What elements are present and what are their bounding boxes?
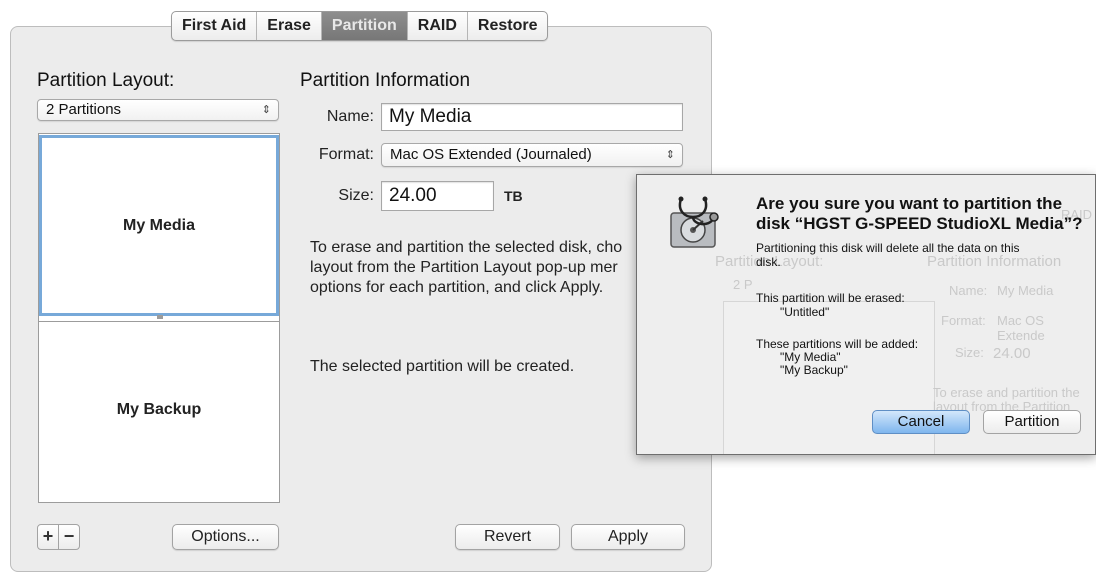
- size-label: Size:: [338, 187, 374, 204]
- erased-items: "Untitled": [780, 305, 830, 319]
- popup-arrows-icon: ⇕: [261, 104, 271, 116]
- partition-layout-title: Partition Layout:: [37, 70, 175, 91]
- tab-raid[interactable]: RAID: [408, 12, 468, 40]
- name-field[interactable]: My Media: [381, 103, 683, 131]
- size-unit-label: TB: [504, 188, 523, 204]
- tab-partition[interactable]: Partition: [321, 12, 408, 40]
- bg-format-label: Format:: [941, 313, 986, 328]
- tab-restore[interactable]: Restore: [468, 12, 548, 40]
- added-items: "My Media" "My Backup": [780, 350, 848, 377]
- tab-erase[interactable]: Erase: [257, 12, 322, 40]
- partition-count-select[interactable]: 2 Partitions ⇕: [37, 99, 279, 121]
- partition-resize-handle[interactable]: [157, 315, 163, 319]
- disk-utility-icon: [663, 191, 725, 253]
- tab-first-aid[interactable]: First Aid: [172, 12, 258, 40]
- size-field[interactable]: 24.00: [381, 181, 494, 211]
- partition-status: The selected partition will be created.: [310, 358, 575, 375]
- partition-instructions: To erase and partition the selected disk…: [310, 239, 623, 296]
- partition-button[interactable]: Partition: [983, 410, 1081, 434]
- dialog-message: Partitioning this disk will delete all t…: [756, 241, 1020, 269]
- apply-button[interactable]: Apply: [571, 524, 685, 550]
- partition-information-title: Partition Information: [300, 70, 471, 91]
- partition-block-label: My Backup: [116, 400, 202, 418]
- erased-heading: This partition will be erased:: [756, 291, 905, 305]
- partition-block-selected[interactable]: My Media: [39, 135, 279, 316]
- add-partition-button[interactable]: +: [38, 525, 59, 549]
- add-remove-control: + −: [37, 524, 80, 550]
- format-label: Format:: [318, 146, 374, 163]
- partition-block-label: My Media: [122, 216, 195, 234]
- popup-arrows-icon: ⇕: [665, 149, 675, 161]
- partition-block[interactable]: My Backup: [39, 321, 279, 497]
- options-button[interactable]: Options...: [172, 524, 279, 550]
- added-heading: These partitions will be added:: [756, 337, 919, 351]
- partition-count-value: 2 Partitions: [46, 101, 122, 118]
- bg-size-value: 24.00: [993, 345, 1031, 362]
- bg-size-label: Size:: [955, 345, 984, 360]
- partition-layout-map: My Media My Backup: [38, 133, 280, 503]
- format-value: Mac OS Extended (Journaled): [390, 146, 592, 163]
- bg-popup-fragment: 2 P: [733, 277, 753, 292]
- bg-instructions-line1: To erase and partition the: [933, 385, 1080, 400]
- bg-format-value: Mac OS Extende: [997, 313, 1045, 343]
- partition-confirm-dialog: RAID Partition Layout: Partition Informa…: [636, 174, 1096, 455]
- cancel-button[interactable]: Cancel: [872, 410, 970, 434]
- remove-partition-button[interactable]: −: [59, 525, 79, 549]
- dialog-title: Are you sure you want to partition the d…: [756, 194, 1083, 233]
- name-label: Name:: [326, 108, 374, 125]
- format-select[interactable]: Mac OS Extended (Journaled) ⇕: [381, 143, 683, 167]
- revert-button[interactable]: Revert: [455, 524, 560, 550]
- bg-name-label: Name:: [949, 283, 988, 298]
- bg-name-value: My Media: [997, 283, 1054, 298]
- tab-bar: First Aid Erase Partition RAID Restore: [171, 11, 549, 41]
